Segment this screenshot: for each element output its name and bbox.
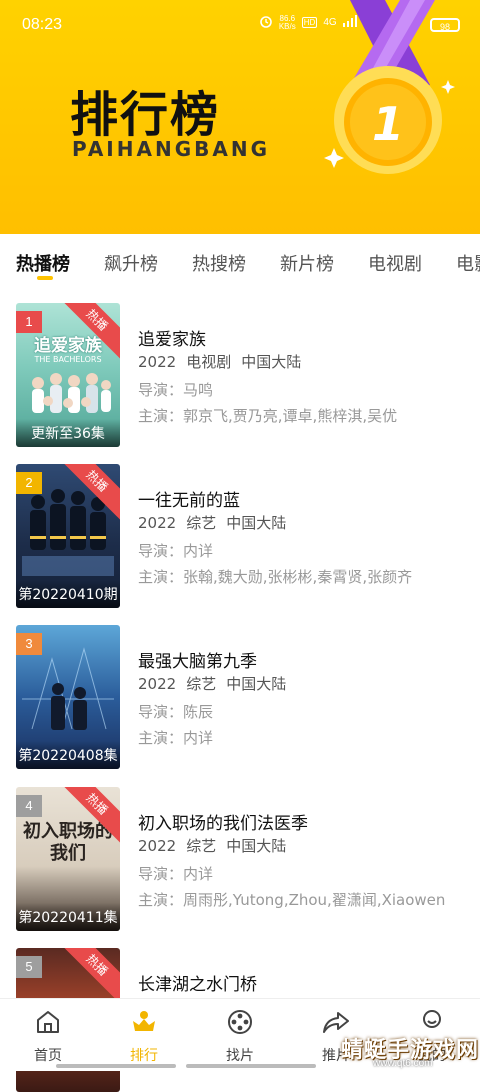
item-genre: 综艺 (186, 514, 217, 532)
item-genre: 综艺 (186, 837, 217, 855)
nav-find-film[interactable]: 找片 (200, 1007, 280, 1065)
gesture-bar (186, 1064, 316, 1068)
active-tab-indicator (37, 276, 53, 280)
item-genre: 综艺 (186, 675, 217, 693)
item-region: 中国大陆 (226, 675, 287, 693)
hot-badge: 热播 (57, 948, 120, 1005)
item-director: 导演：马鸣 (138, 381, 214, 399)
list-item[interactable]: 3 第20220408集 最强大脑第九季 2022 综艺 中国大陆 导演：陈辰 主演… (16, 625, 476, 769)
medal-number: 1 (372, 97, 404, 151)
page-subtitle: PAIHANGBANG (72, 137, 270, 161)
item-meta: 2022 综艺 中国大陆 (138, 835, 296, 856)
rank-badge: 5 (16, 956, 42, 978)
item-title[interactable]: 长津湖之水门桥 (138, 970, 257, 995)
watermark-logo: 蜻蜓手游戏网 www.qt6.com (333, 1030, 480, 1070)
network-speed: 86.6 KB/s (278, 13, 296, 31)
poster-title: 初入职场的我们 (23, 821, 113, 864)
episode-label: 更新至36集 (16, 419, 120, 447)
item-year: 2022 (138, 675, 177, 693)
poster-subtitle: THE BACHELORS (34, 355, 102, 364)
page-title: 排行榜 (70, 87, 221, 143)
tab-hot-search[interactable]: 热搜榜 (192, 250, 246, 276)
item-region: 中国大陆 (241, 353, 302, 371)
item-title[interactable]: 追爱家族 (138, 325, 206, 350)
item-cast: 主演：张翰,魏大勋,张彬彬,秦霄贤,张颜齐 (138, 568, 413, 586)
item-meta: 2022 电视剧 中国大陆 (138, 351, 311, 372)
list-item[interactable]: 2 热播 第20220410期 一往无前的蓝 2022 综艺 中国大陆 导演：内详 … (16, 464, 476, 608)
item-title[interactable]: 一往无前的蓝 (138, 486, 240, 511)
item-title[interactable]: 初入职场的我们法医季 (138, 809, 308, 834)
crown-icon (133, 1011, 155, 1031)
item-region: 中国大陆 (226, 514, 287, 532)
item-meta: 2022 综艺 中国大陆 (138, 512, 296, 533)
item-year: 2022 (138, 514, 177, 532)
list-item[interactable]: 追爱家族 THE BACHELORS 1 热播 更新至36集 追爱家族 2022… (16, 303, 476, 447)
rank-badge: 3 (16, 633, 42, 655)
header-banner: 08:23 86.6KB/s HD 4G 4G 98 排行榜 PAIHANGBA… (0, 0, 480, 234)
film-reel-icon (228, 1010, 252, 1034)
nav-ranking[interactable]: 排行 (104, 1007, 184, 1065)
item-meta: 2022 综艺 中国大陆 (138, 673, 296, 694)
poster-image[interactable]: 追爱家族 THE BACHELORS 1 热播 更新至36集 (16, 303, 120, 447)
episode-label: 第20220411集 (16, 903, 120, 931)
gesture-bar (56, 1064, 176, 1068)
rank-badge: 2 (16, 472, 42, 494)
nav-label: 排行 (130, 1048, 158, 1064)
list-item[interactable]: 初入职场的我们 4 热播 第20220411集 初入职场的我们法医季 2022 综… (16, 787, 476, 931)
item-cast: 主演：内详 (138, 729, 214, 747)
tab-new-release[interactable]: 新片榜 (280, 250, 334, 276)
tab-tv-series[interactable]: 电视剧 (368, 250, 422, 276)
tab-movie[interactable]: 电影 (456, 250, 480, 276)
item-cast: 主演：郭京飞,贾乃亮,谭卓,熊梓淇,吴优 (138, 407, 398, 425)
alarm-icon (259, 14, 273, 31)
nav-label: 找片 (226, 1048, 254, 1064)
item-region: 中国大陆 (226, 837, 287, 855)
item-director: 导演：内详 (138, 865, 214, 883)
poster-figures (32, 373, 111, 413)
episode-label: 第20220410期 (16, 580, 120, 608)
nav-home[interactable]: 首页 (8, 1007, 88, 1065)
item-director: 导演：陈辰 (138, 703, 214, 721)
item-title[interactable]: 最强大脑第九季 (138, 647, 257, 672)
rank-badge: 1 (16, 311, 42, 333)
category-tabs: 热播榜 飙升榜 热搜榜 新片榜 电视剧 电影 (0, 234, 480, 294)
poster-image[interactable]: 3 第20220408集 (16, 625, 120, 769)
nav-label: 首页 (34, 1048, 62, 1064)
medal-icon: 1 (324, 0, 455, 174)
item-genre: 电视剧 (186, 353, 232, 371)
item-year: 2022 (138, 353, 177, 371)
item-year: 2022 (138, 837, 177, 855)
watermark-url: www.qt6.com (373, 1058, 433, 1069)
poster-image[interactable]: 2 热播 第20220410期 (16, 464, 120, 608)
tab-rising[interactable]: 飙升榜 (104, 250, 158, 276)
home-icon (37, 1011, 59, 1033)
status-time: 08:23 (22, 16, 63, 33)
poster-image[interactable]: 初入职场的我们 4 热播 第20220411集 (16, 787, 120, 931)
rank-badge: 4 (16, 795, 42, 817)
item-director: 导演：内详 (138, 542, 214, 560)
item-cast: 主演：周雨彤,Yutong,Zhou,翟潇闻,Xiaowen (138, 891, 446, 909)
tab-hot-playing[interactable]: 热播榜 (16, 250, 70, 276)
episode-label: 第20220408集 (16, 741, 120, 769)
